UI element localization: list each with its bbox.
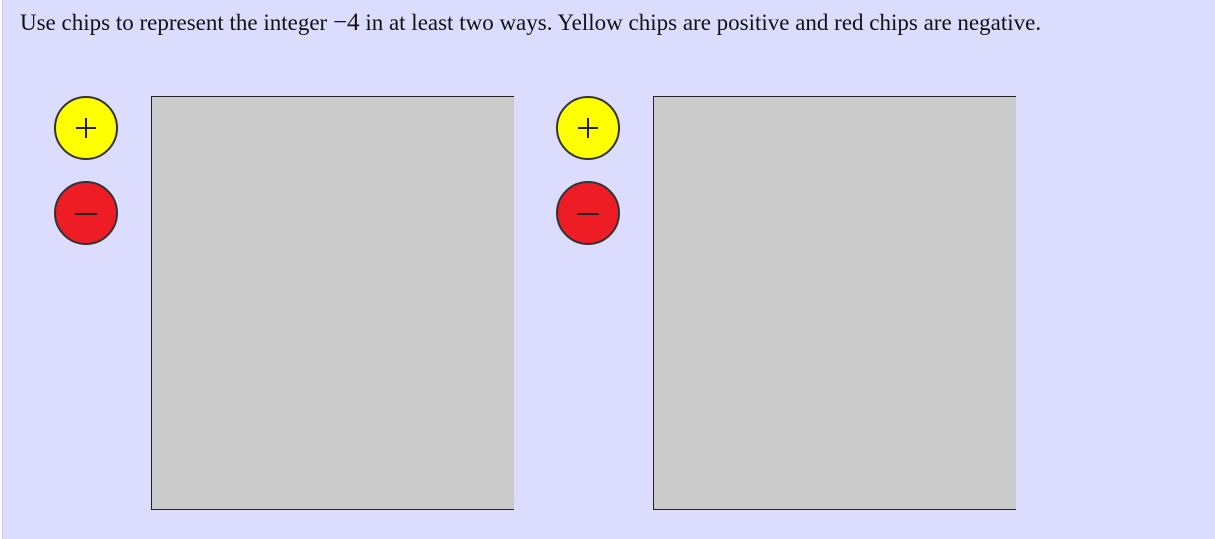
prompt-text-before: Use chips to represent the integer <box>20 10 333 35</box>
plus-icon <box>76 118 96 138</box>
positive-chip-2[interactable] <box>556 96 620 160</box>
negative-chip-1[interactable] <box>54 181 118 245</box>
plus-icon <box>578 118 598 138</box>
positive-chip-1[interactable] <box>54 96 118 160</box>
problem-prompt: Use chips to represent the integer −4 in… <box>20 7 1041 39</box>
minus-icon <box>75 213 97 215</box>
negative-chip-2[interactable] <box>556 181 620 245</box>
prompt-text-after: in at least two ways. Yellow chips are p… <box>359 10 1042 35</box>
problem-panel: Use chips to represent the integer −4 in… <box>2 0 1215 539</box>
minus-icon <box>577 213 599 215</box>
chip-workspace-2[interactable] <box>653 96 1016 510</box>
prompt-integer: −4 <box>332 9 360 36</box>
chip-workspace-1[interactable] <box>151 96 514 510</box>
